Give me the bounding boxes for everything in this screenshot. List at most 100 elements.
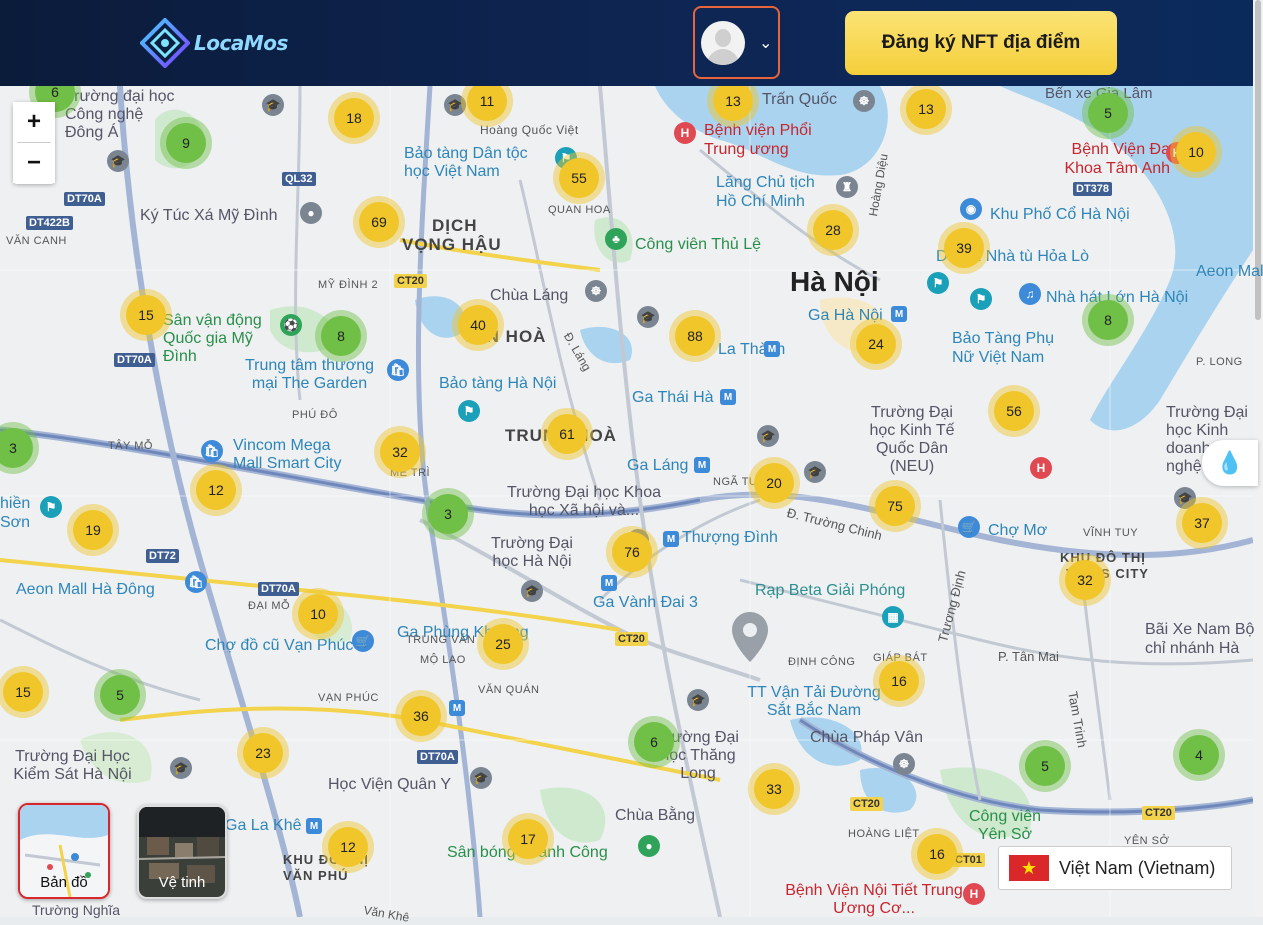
cluster-marker[interactable]: 28 <box>807 204 859 256</box>
cluster-marker[interactable]: 13 <box>900 83 952 135</box>
cluster-marker[interactable]: 8 <box>1082 294 1134 346</box>
district-label: VỌNG HẬU <box>402 235 502 254</box>
cluster-marker[interactable]: 20 <box>748 457 800 509</box>
place-label: Khu Phố Cổ Hà Nội <box>990 206 1130 223</box>
cluster-marker[interactable]: 9 <box>160 117 212 169</box>
cluster-marker[interactable]: 76 <box>606 526 658 578</box>
cluster-count: 32 <box>380 432 420 472</box>
cluster-marker[interactable]: 40 <box>452 299 504 351</box>
cluster-marker[interactable]: 4 <box>1173 729 1225 781</box>
cluster-marker[interactable]: 16 <box>911 828 963 880</box>
place-label: Thượng Đình <box>682 529 778 546</box>
water-drop-button[interactable]: 💧 <box>1202 440 1258 486</box>
cluster-count: 9 <box>166 123 206 163</box>
school-icon: 🎓 <box>757 425 779 447</box>
cluster-marker[interactable]: 15 <box>120 289 172 341</box>
cluster-marker[interactable]: 25 <box>477 618 529 670</box>
shopping-icon: 🛒 <box>352 630 374 652</box>
cluster-count: 6 <box>634 722 674 762</box>
shopping-icon: 🛍 <box>185 571 207 593</box>
cluster-count: 8 <box>1088 300 1128 340</box>
road-shield: CT20 <box>615 632 648 646</box>
map-layer-button[interactable]: Bản đồ <box>18 803 110 899</box>
water-drop-icon: 💧 <box>1216 450 1244 475</box>
area-label: VĂN CANH <box>6 235 67 247</box>
music-icon: ♫ <box>1019 283 1041 305</box>
place-label: Bảo Tàng Phụ Nữ Việt Nam <box>952 330 1055 366</box>
cluster-marker[interactable]: 18 <box>328 92 380 144</box>
cluster-count: 24 <box>856 324 896 364</box>
cluster-marker[interactable]: 61 <box>541 408 593 460</box>
cluster-marker[interactable]: 37 <box>1176 497 1228 549</box>
cluster-marker[interactable]: 10 <box>1170 126 1222 178</box>
cluster-marker[interactable]: 36 <box>395 690 447 742</box>
cluster-marker[interactable]: 56 <box>988 385 1040 437</box>
cluster-marker[interactable]: 19 <box>67 504 119 556</box>
cluster-marker[interactable]: 3 <box>422 488 474 540</box>
place-label: Công viên Yên Sở <box>968 808 1042 843</box>
avatar <box>701 20 745 65</box>
metro-icon: M <box>449 700 465 716</box>
museum-icon: ⚑ <box>458 400 480 422</box>
cluster-marker[interactable]: 5 <box>94 669 146 721</box>
cluster-marker[interactable]: 16 <box>873 655 925 707</box>
cluster-marker[interactable]: 12 <box>190 464 242 516</box>
locamos-logo[interactable]: LocaMos <box>140 18 288 68</box>
language-selector[interactable]: ★ Việt Nam (Vietnam) <box>998 846 1232 890</box>
metro-icon: M <box>663 531 679 547</box>
shopping-icon: 🛍 <box>387 359 409 381</box>
place-label: Học Viện Quân Y <box>328 776 452 793</box>
cluster-count: 15 <box>126 295 166 335</box>
cluster-marker[interactable]: 55 <box>553 152 605 204</box>
register-nft-location-button[interactable]: Đăng ký NFT địa điểm <box>845 11 1117 75</box>
vietnam-flag-icon: ★ <box>1009 855 1049 881</box>
cluster-marker[interactable]: 6 <box>628 716 680 768</box>
cluster-count: 36 <box>401 696 441 736</box>
cluster-count: 3 <box>0 428 33 468</box>
cluster-marker[interactable]: 5 <box>1019 740 1071 792</box>
zoom-out-button[interactable]: − <box>13 143 55 183</box>
cluster-marker[interactable]: 23 <box>237 727 289 779</box>
satellite-layer-button[interactable]: Vệ tinh <box>137 805 227 899</box>
cluster-marker[interactable]: 10 <box>292 588 344 640</box>
area-label: VĂN QUÁN <box>478 684 540 696</box>
cluster-marker[interactable]: 75 <box>869 480 921 532</box>
cluster-marker[interactable]: 69 <box>353 196 405 248</box>
road-shield: DT70A <box>64 192 105 206</box>
cluster-count: 5 <box>100 675 140 715</box>
location-pin-icon[interactable] <box>732 612 768 662</box>
district-label: DỊCH <box>432 216 478 235</box>
cluster-count: 55 <box>559 158 599 198</box>
cluster-marker[interactable]: 32 <box>374 426 426 478</box>
shopping-icon: 🛍 <box>201 440 223 462</box>
place-label: Ga Láng <box>627 457 689 474</box>
metro-icon: M <box>601 575 617 591</box>
cluster-count: 11 <box>467 81 507 121</box>
cluster-marker[interactable]: 32 <box>1059 554 1111 606</box>
place-label: Trường Đại Học Kiểm Sát Hà Nội <box>13 748 132 783</box>
place-label: Chùa Pháp Vân <box>810 729 923 746</box>
cluster-marker[interactable]: 17 <box>502 813 554 865</box>
cluster-count: 18 <box>334 98 374 138</box>
cluster-marker[interactable]: 39 <box>938 222 990 274</box>
metro-icon: M <box>694 457 710 473</box>
place-label: Bảo tàng Hà Nội <box>439 375 557 392</box>
school-icon: 🎓 <box>637 306 659 328</box>
area-label: VĨNH TUY <box>1083 527 1139 539</box>
map-layer-label: Bản đồ <box>40 874 88 891</box>
cluster-count: 16 <box>879 661 919 701</box>
app-header: LocaMos ⌄ Đăng ký NFT địa điểm <box>0 0 1253 86</box>
zoom-in-button[interactable]: + <box>13 102 55 142</box>
cluster-count: 88 <box>675 316 715 356</box>
cluster-marker[interactable]: 24 <box>850 318 902 370</box>
hospital-icon: H <box>963 883 985 905</box>
cluster-marker[interactable]: 88 <box>669 310 721 362</box>
cluster-marker[interactable]: 12 <box>322 821 374 873</box>
city-label: Hà Nội <box>790 266 879 297</box>
cluster-marker[interactable]: 33 <box>748 763 800 815</box>
place-label: Aeon Mall <box>1196 263 1263 280</box>
cluster-marker[interactable]: 8 <box>315 310 367 362</box>
user-menu-button[interactable]: ⌄ <box>693 6 780 79</box>
area-label: VẠN PHÚC <box>318 692 379 704</box>
cluster-marker[interactable]: 5 <box>1082 87 1134 139</box>
